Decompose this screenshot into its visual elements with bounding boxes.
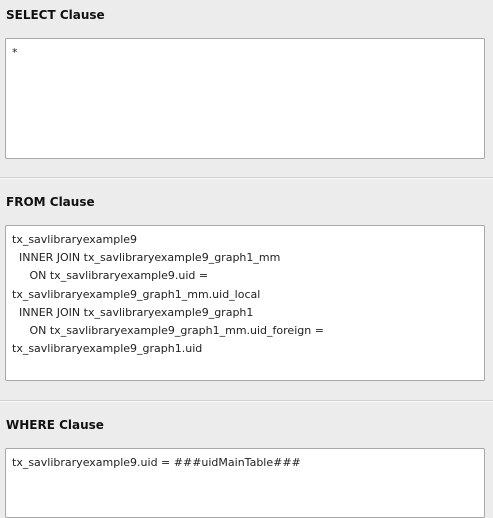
from-clause-title: FROM Clause (6, 195, 95, 209)
from-clause-section: FROM Clause tx_savlibraryexample9 INNER … (0, 179, 493, 400)
where-clause-textarea[interactable]: tx_savlibraryexample9.uid = ###uidMainTa… (5, 448, 485, 518)
where-clause-title: WHERE Clause (6, 418, 104, 432)
where-clause-section: WHERE Clause tx_savlibraryexample9.uid =… (0, 402, 493, 518)
from-clause-textarea[interactable]: tx_savlibraryexample9 INNER JOIN tx_savl… (5, 225, 485, 381)
select-clause-section: SELECT Clause * (0, 0, 493, 177)
select-clause-title: SELECT Clause (6, 8, 105, 22)
select-clause-textarea[interactable]: * (5, 38, 485, 159)
